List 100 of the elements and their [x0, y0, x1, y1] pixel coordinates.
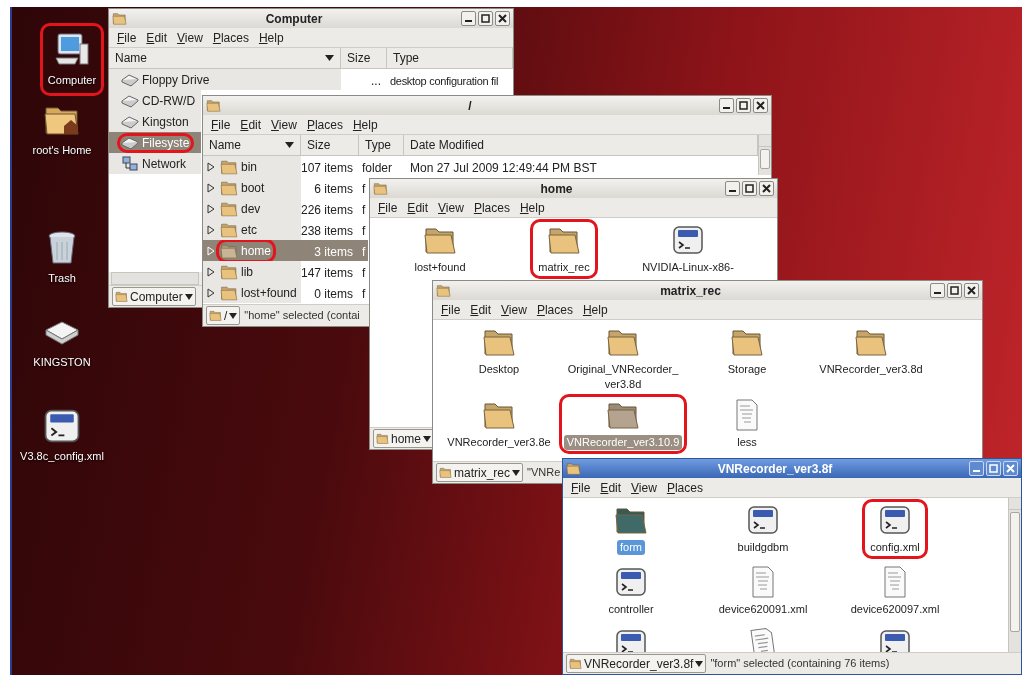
menu-item[interactable]: Edit [236, 115, 266, 134]
file-label[interactable]: device620091.xml [715, 602, 811, 617]
menu-item[interactable]: Help [578, 300, 612, 319]
file-label[interactable]: controller [605, 602, 657, 617]
menu-item[interactable]: Places [469, 198, 514, 217]
desktop-icon-label[interactable]: root's Home [32, 142, 92, 159]
menu-item[interactable]: View [497, 300, 531, 319]
expander-icon[interactable] [207, 266, 215, 277]
column-header[interactable]: Type [387, 48, 513, 68]
file-label[interactable]: VNRecorder_ver3.8d [816, 362, 926, 377]
list-row[interactable]: etc 238 items f [203, 219, 368, 240]
horizontal-scrollbar[interactable] [111, 272, 199, 285]
file-label[interactable]: Desktop [475, 362, 523, 377]
scrollbar[interactable] [758, 135, 771, 175]
maximize-button[interactable] [736, 98, 751, 113]
desktop-item[interactable]: root's Home [24, 93, 100, 166]
column-header[interactable]: Name [109, 48, 341, 68]
desktop-icon-label[interactable]: KINGSTON [33, 354, 91, 371]
location-dropdown[interactable]: / [206, 306, 241, 325]
file-item[interactable]: controller [600, 561, 662, 621]
menu-item[interactable]: View [434, 198, 468, 217]
desktop-icon-label[interactable]: V3.8c_config.xml [20, 448, 104, 465]
menu-item[interactable]: Help [254, 28, 288, 47]
file-item[interactable]: less [725, 394, 769, 454]
list-row[interactable]: Network [109, 153, 201, 174]
list-row[interactable]: dev 226 items f [203, 198, 368, 219]
file-item[interactable]: Storage [719, 321, 775, 381]
menu-item[interactable]: File [567, 478, 595, 497]
menu-item[interactable]: Edit [403, 198, 433, 217]
menu-item[interactable]: Help [348, 115, 382, 134]
file-item[interactable]: device620091.xml [710, 561, 816, 621]
list-row[interactable]: Filesyste [109, 132, 201, 153]
close-button[interactable] [753, 98, 768, 113]
menu-item[interactable]: Edit [142, 28, 172, 47]
location-dropdown[interactable]: VNRecorder_ver3.8f [566, 654, 707, 673]
menu-item[interactable]: Places [208, 28, 253, 47]
menu-item[interactable]: Places [662, 478, 707, 497]
menu-item[interactable]: File [113, 28, 141, 47]
desktop-icon-label[interactable]: Computer [47, 72, 97, 89]
minimize-button[interactable] [461, 11, 476, 26]
file-label[interactable]: Original_VNRecorder_ver3.8d [562, 362, 684, 392]
menu-item[interactable]: File [207, 115, 235, 134]
file-label[interactable]: device620097.xml [847, 602, 943, 617]
file-label[interactable]: less [734, 435, 760, 450]
menu-item[interactable]: View [267, 115, 301, 134]
file-item[interactable]: VNRecorder_ver3.8d [811, 321, 931, 381]
file-label[interactable]: VNRecorder_ver3.8e [444, 435, 554, 450]
desktop-item[interactable]: Trash [34, 221, 90, 294]
file-item[interactable]: config.xml [862, 499, 928, 559]
file-label[interactable]: config.xml [867, 540, 923, 555]
menu-item[interactable]: Edit [466, 300, 496, 319]
menu-item[interactable]: Help [515, 198, 549, 217]
minimize-button[interactable] [719, 98, 734, 113]
maximize-button[interactable] [478, 11, 493, 26]
menu-item[interactable]: Edit [596, 478, 626, 497]
desktop-item[interactable]: Computer [39, 23, 105, 96]
column-header[interactable]: Name [203, 135, 301, 155]
expander-icon[interactable] [207, 182, 215, 193]
list-row[interactable]: home 3 items f [203, 240, 368, 261]
maximize-button[interactable] [947, 283, 962, 298]
file-item[interactable]: device620097.xml [842, 561, 948, 621]
file-label[interactable]: Storage [724, 362, 770, 377]
icon-frame[interactable] [614, 627, 648, 652]
scrollbar[interactable] [1008, 498, 1021, 652]
location-dropdown[interactable]: Computer [112, 287, 196, 306]
icon-frame[interactable] [878, 627, 912, 652]
close-button[interactable] [964, 283, 979, 298]
location-dropdown[interactable]: home [373, 429, 435, 448]
minimize-button[interactable] [725, 181, 740, 196]
close-button[interactable] [495, 11, 510, 26]
file-label[interactable]: buildgdbm [734, 540, 792, 555]
list-row[interactable]: lib 147 items f [203, 261, 368, 282]
file-item[interactable]: Original_VNRecorder_ver3.8d [557, 321, 689, 396]
menu-item[interactable]: View [173, 28, 207, 47]
file-item[interactable]: matrix_rec [530, 219, 598, 279]
list-row[interactable]: lost+found 0 items f [203, 282, 368, 303]
desktop-icon-label[interactable]: Trash [48, 270, 76, 287]
file-item[interactable]: lost+found [406, 219, 474, 279]
location-dropdown[interactable]: matrix_rec [436, 463, 523, 482]
maximize-button[interactable] [742, 181, 757, 196]
file-item[interactable]: NVIDIA-Linux-x86- [634, 219, 742, 279]
column-header[interactable]: Size [301, 135, 359, 155]
desktop-item[interactable]: KINGSTON [25, 305, 99, 378]
file-label[interactable]: NVIDIA-Linux-x86- [639, 260, 737, 275]
file-label[interactable]: lost+found [411, 260, 469, 275]
menu-item[interactable]: Places [532, 300, 577, 319]
menu-item[interactable]: File [374, 198, 402, 217]
menu-item[interactable]: View [627, 478, 661, 497]
expander-icon[interactable] [207, 287, 215, 298]
menu-item[interactable]: Places [302, 115, 347, 134]
desktop-item[interactable]: V3.8c_config.xml [12, 399, 112, 472]
expander-icon[interactable] [207, 224, 215, 235]
list-row[interactable]: CD-RW/D [109, 90, 201, 111]
column-header[interactable]: Type [359, 135, 404, 155]
expander-icon[interactable] [207, 161, 215, 172]
minimize-button[interactable] [930, 283, 945, 298]
file-label[interactable]: matrix_rec [535, 260, 593, 275]
list-row[interactable]: Kingston [109, 111, 201, 132]
expander-icon[interactable] [207, 203, 215, 214]
list-row[interactable]: boot 6 items f [203, 177, 368, 198]
